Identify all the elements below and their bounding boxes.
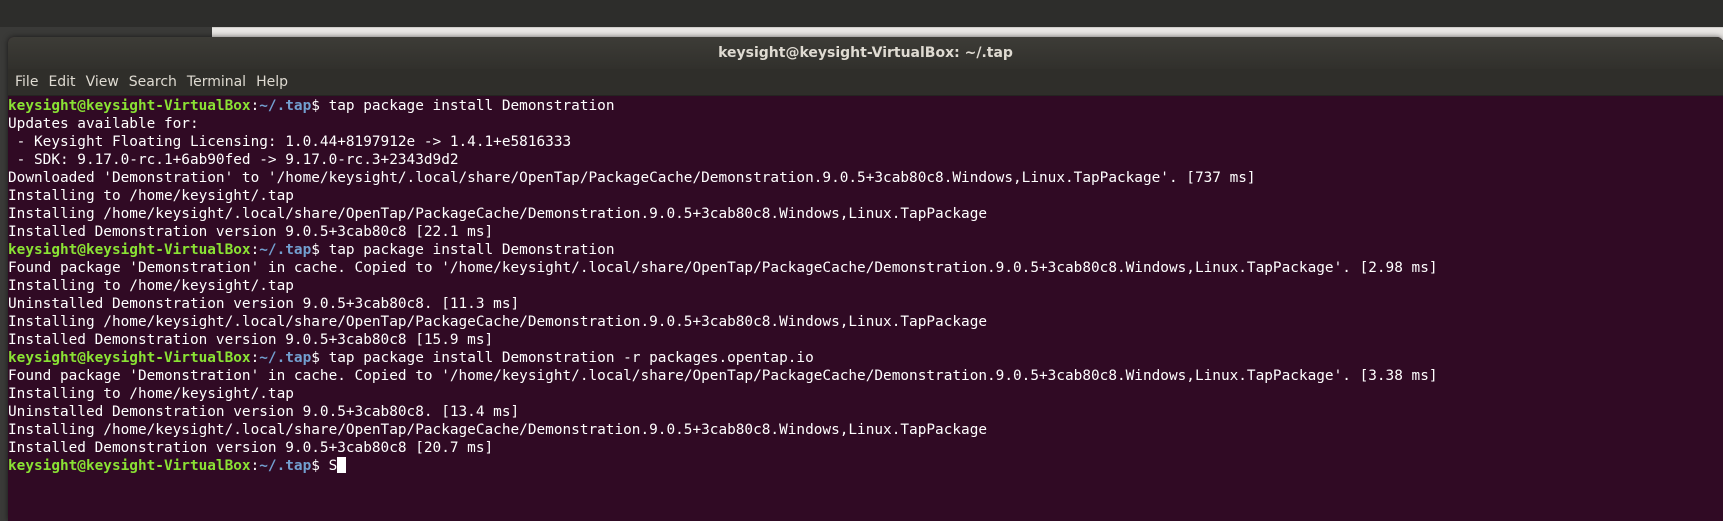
window-title: keysight@keysight-VirtualBox: ~/.tap (718, 45, 1013, 61)
output-line: Found package 'Demonstration' in cache. … (8, 260, 1438, 276)
output-line: Installed Demonstration version 9.0.5+3c… (8, 224, 494, 240)
command-text: tap package install Demonstration (328, 98, 615, 114)
prompt-line: keysight@keysight-VirtualBox:~/.tap$ tap… (8, 97, 1723, 115)
prompt-line: keysight@keysight-VirtualBox:~/.tap$ tap… (8, 349, 1723, 367)
desktop-top-bar (0, 0, 1723, 27)
text-cursor (337, 457, 347, 473)
output-line: Installing to /home/keysight/.tap (8, 278, 294, 294)
prompt-symbol: $ (311, 458, 329, 474)
command-text: tap package install Demonstration (328, 242, 615, 258)
output-line: Installing /home/keysight/.local/share/O… (8, 314, 988, 330)
prompt-path: ~/.tap (259, 242, 312, 258)
output-line: Installing /home/keysight/.local/share/O… (8, 422, 988, 438)
prompt-line: keysight@keysight-VirtualBox:~/.tap$ S (8, 457, 1723, 475)
prompt-separator: : (250, 350, 260, 366)
output-line: Uninstalled Demonstration version 9.0.5+… (8, 296, 520, 312)
menu-file[interactable]: File (15, 74, 38, 90)
prompt-path: ~/.tap (259, 98, 312, 114)
output-line: Uninstalled Demonstration version 9.0.5+… (8, 404, 520, 420)
terminal-output[interactable]: keysight@keysight-VirtualBox:~/.tap$ tap… (8, 96, 1723, 475)
menu-edit[interactable]: Edit (48, 74, 75, 90)
output-line: Downloaded 'Demonstration' to '/home/key… (8, 170, 1256, 186)
menu-search[interactable]: Search (129, 74, 177, 90)
command-text: S (328, 458, 338, 474)
output-line: Installed Demonstration version 9.0.5+3c… (8, 440, 494, 456)
terminal-window[interactable]: keysight@keysight-VirtualBox: ~/.tap Fil… (8, 37, 1723, 521)
output-line: Installing to /home/keysight/.tap (8, 188, 294, 204)
menu-terminal[interactable]: Terminal (187, 74, 246, 90)
menu-bar: File Edit View Search Terminal Help (8, 69, 1723, 96)
output-line: Installing to /home/keysight/.tap (8, 386, 294, 402)
output-line: - Keysight Floating Licensing: 1.0.44+81… (8, 134, 572, 150)
window-titlebar[interactable]: keysight@keysight-VirtualBox: ~/.tap (8, 37, 1723, 69)
prompt-line: keysight@keysight-VirtualBox:~/.tap$ tap… (8, 241, 1723, 259)
prompt-separator: : (250, 242, 260, 258)
prompt-symbol: $ (311, 242, 329, 258)
output-line: Installing /home/keysight/.local/share/O… (8, 206, 988, 222)
prompt-path: ~/.tap (259, 458, 312, 474)
command-text: tap package install Demonstration -r pac… (328, 350, 814, 366)
output-line: Found package 'Demonstration' in cache. … (8, 368, 1438, 384)
output-line: Installed Demonstration version 9.0.5+3c… (8, 332, 494, 348)
prompt-user: keysight@keysight-VirtualBox (8, 98, 251, 114)
menu-help[interactable]: Help (256, 74, 288, 90)
prompt-symbol: $ (311, 98, 329, 114)
prompt-user: keysight@keysight-VirtualBox (8, 350, 251, 366)
menu-view[interactable]: View (86, 74, 119, 90)
output-line: - SDK: 9.17.0-rc.1+6ab90fed -> 9.17.0-rc… (8, 152, 459, 168)
output-line: Updates available for: (8, 116, 199, 132)
prompt-symbol: $ (311, 350, 329, 366)
prompt-separator: : (250, 98, 260, 114)
prompt-user: keysight@keysight-VirtualBox (8, 458, 251, 474)
prompt-user: keysight@keysight-VirtualBox (8, 242, 251, 258)
prompt-path: ~/.tap (259, 350, 312, 366)
prompt-separator: : (250, 458, 260, 474)
